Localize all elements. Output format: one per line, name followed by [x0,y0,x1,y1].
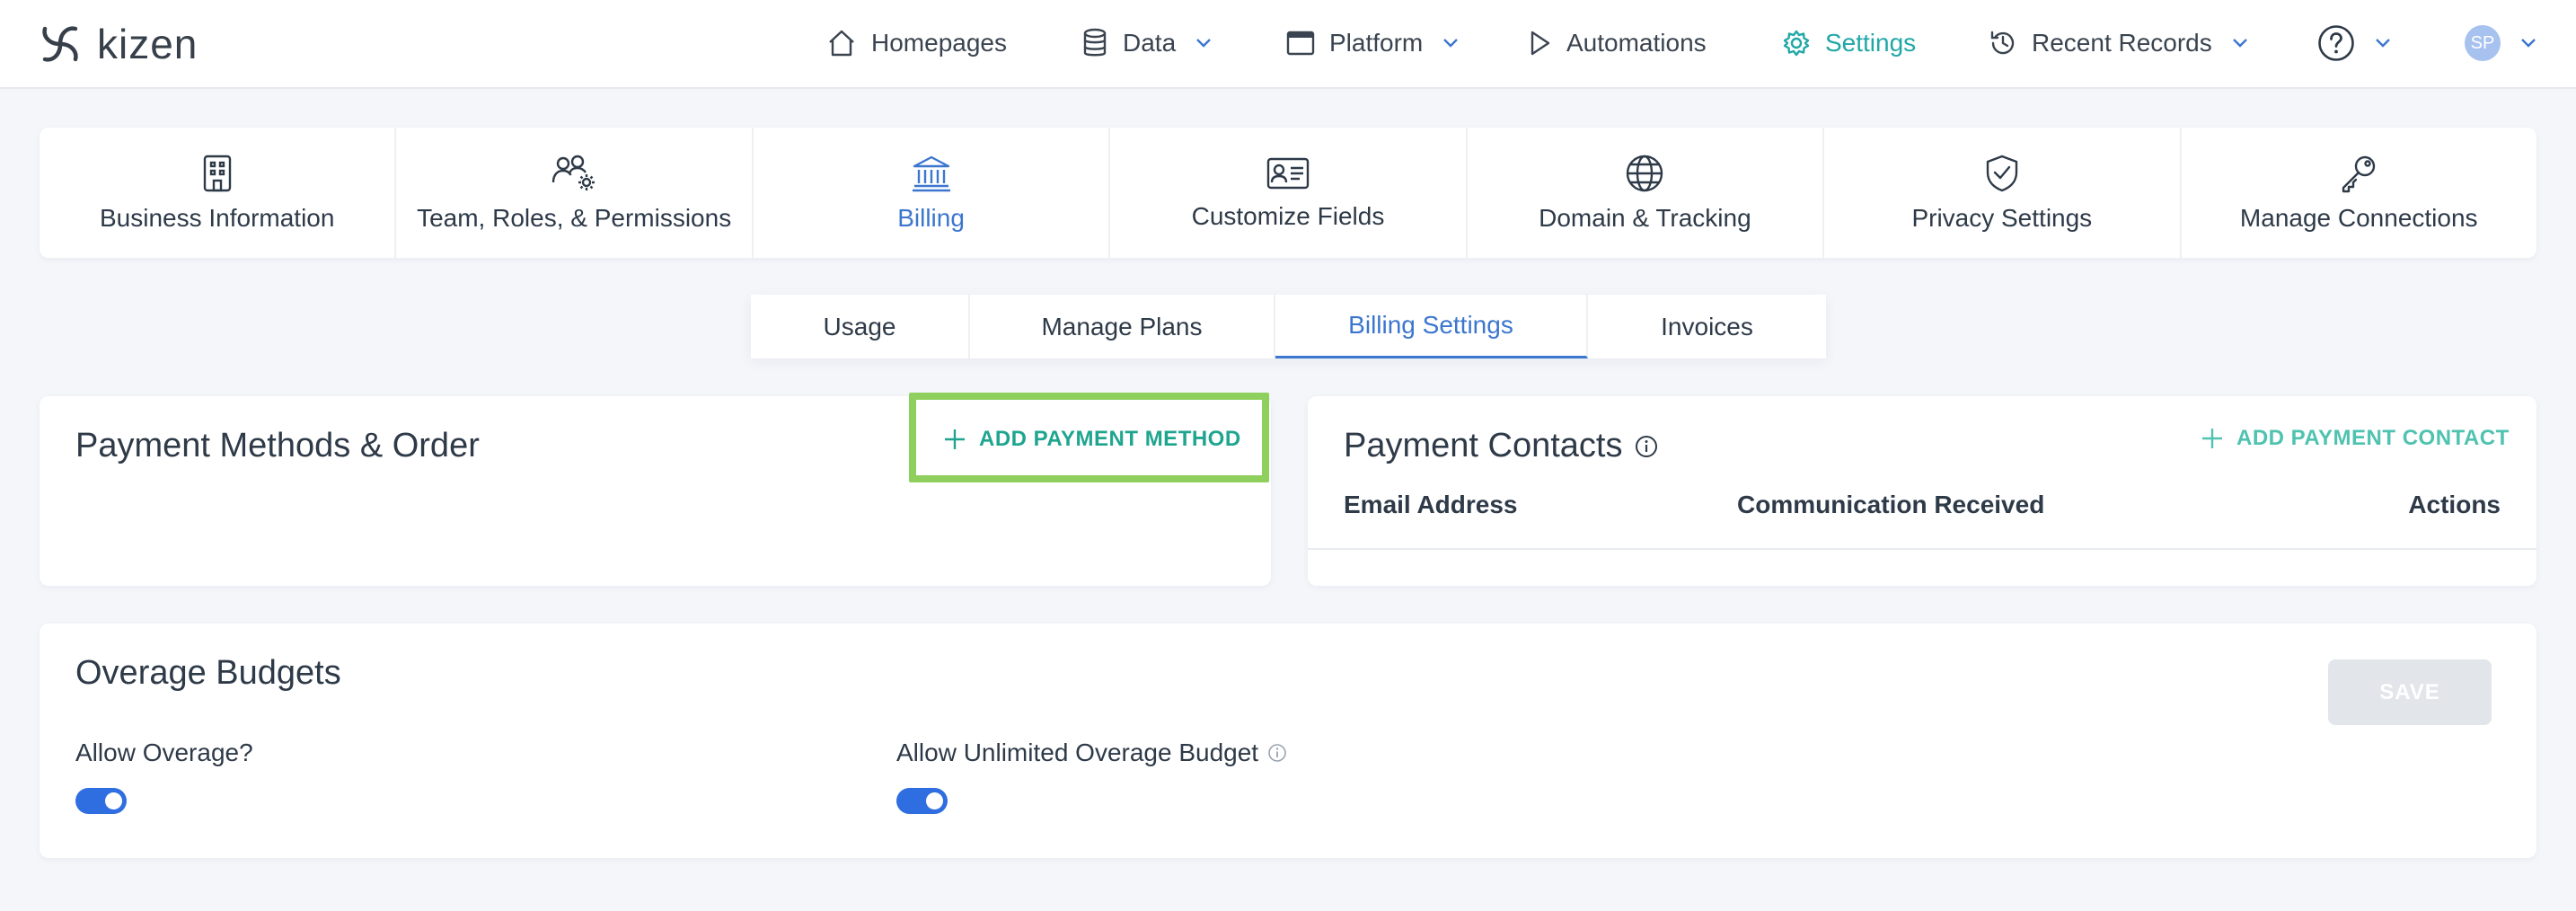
nav-recent-records-label: Recent Records [2032,29,2212,57]
add-payment-contact-label: ADD PAYMENT CONTACT [2236,426,2510,450]
settings-card-label: Business Information [99,203,335,232]
bank-icon [912,155,950,191]
shield-check-icon [1986,155,2018,191]
nav-data-label: Data [1123,29,1177,57]
settings-card-team-roles-permissions[interactable]: Team, Roles, & Permissions [396,128,754,258]
tab-manage-plans[interactable]: Manage Plans [970,295,1275,358]
chevron-down-icon [2376,39,2390,48]
payment-methods-title: Payment Methods & Order [75,427,480,464]
allow-overage-label: Allow Overage? [75,739,253,767]
overage-budgets-panel: Overage Budgets Allow Overage? Allow Unl… [40,624,2536,858]
allow-overage-toggle[interactable] [75,788,127,814]
settings-card-privacy-settings[interactable]: Privacy Settings [1824,128,2182,258]
column-header-communication-received: Communication Received [1737,491,2045,518]
save-button[interactable]: SAVE [2328,659,2492,725]
allow-unlimited-overage-label: Allow Unlimited Overage Budget [896,739,1287,767]
billing-subtabs: Usage Manage Plans Billing Settings Invo… [751,295,1826,358]
allow-unlimited-overage-label-text: Allow Unlimited Overage Budget [896,739,1259,766]
chevron-down-icon [1196,39,1212,48]
payment-contacts-heading: Payment Contacts [1344,427,1658,465]
allow-overage-label-text: Allow Overage? [75,739,253,766]
database-icon [1083,28,1107,57]
settings-card-manage-connections[interactable]: Manage Connections [2182,128,2536,258]
table-header-divider [1308,548,2536,550]
chevron-down-icon [1443,39,1459,48]
settings-card-customize-fields[interactable]: Customize Fields [1110,128,1468,258]
settings-card-business-information[interactable]: Business Information [40,128,397,258]
play-icon [1531,31,1550,56]
overage-budgets-title: Overage Budgets [75,654,341,692]
top-navigation-bar: kizen Homepages Data Platform Automation… [0,0,2576,89]
nav-platform[interactable]: Platform [1286,0,1459,86]
settings-card-label: Domain & Tracking [1539,203,1751,232]
tab-billing-settings-label: Billing Settings [1348,311,1513,339]
highlight-box [909,393,1269,482]
avatar: SP [2465,25,2501,61]
nav-recent-records[interactable]: Recent Records [1989,0,2248,86]
payment-contacts-title: Payment Contacts [1344,427,1623,464]
nav-help[interactable] [2317,0,2391,86]
gear-icon [1783,30,1810,57]
tab-invoices-label: Invoices [1661,312,1753,341]
settings-card-label: Privacy Settings [1911,203,2093,232]
nav-homepages[interactable]: Homepages [826,0,1007,86]
id-card-icon [1266,157,1310,189]
nav-homepages-label: Homepages [871,29,1007,57]
tab-manage-plans-label: Manage Plans [1041,312,1203,341]
user-menu[interactable]: SP [2465,0,2536,86]
settings-card-label: Customize Fields [1191,201,1385,230]
globe-icon [1627,155,1663,191]
info-icon[interactable] [1635,435,1658,458]
settings-card-billing[interactable]: Billing [754,128,1111,258]
toggle-knob [105,792,122,809]
history-icon [1990,31,2015,55]
nav-automations[interactable]: Automations [1529,0,1707,86]
settings-card-label: Manage Connections [2239,203,2478,232]
logo-text: kizen [97,21,198,67]
settings-card-label: Team, Roles, & Permissions [417,203,732,232]
kizen-swirl-icon [42,26,78,62]
toggle-knob [926,792,943,809]
team-gear-icon [551,155,595,190]
home-icon [829,30,854,57]
settings-card-domain-tracking[interactable]: Domain & Tracking [1468,128,1825,258]
settings-categories: Business Information Team, Roles, & Perm… [40,128,2536,258]
chevron-down-icon [2521,39,2536,48]
nav-automations-label: Automations [1566,29,1707,57]
settings-card-label: Billing [897,203,965,232]
nav-settings[interactable]: Settings [1782,0,1916,86]
info-icon[interactable] [1267,743,1287,763]
payment-contacts-panel: Payment Contacts ADD PAYMENT CONTACT Ema… [1308,396,2536,586]
window-icon [1286,31,1315,56]
tab-usage[interactable]: Usage [751,295,970,358]
nav-settings-label: Settings [1825,29,1917,57]
key-icon [2342,155,2376,192]
tab-invoices[interactable]: Invoices [1588,295,1826,358]
add-payment-contact-button[interactable]: ADD PAYMENT CONTACT [2201,423,2510,454]
nav-platform-label: Platform [1329,29,1424,57]
tab-usage-label: Usage [823,312,896,341]
chevron-down-icon [2232,39,2247,48]
kizen-logo[interactable]: kizen [38,20,198,68]
allow-unlimited-overage-toggle[interactable] [896,788,948,814]
column-header-email-address: Email Address [1344,491,1518,518]
help-circle-icon [2318,25,2354,61]
tab-billing-settings[interactable]: Billing Settings [1275,295,1588,358]
plus-icon [2202,429,2222,448]
column-header-actions: Actions [2408,491,2501,518]
nav-data[interactable]: Data [1081,0,1212,86]
building-icon [203,155,231,191]
